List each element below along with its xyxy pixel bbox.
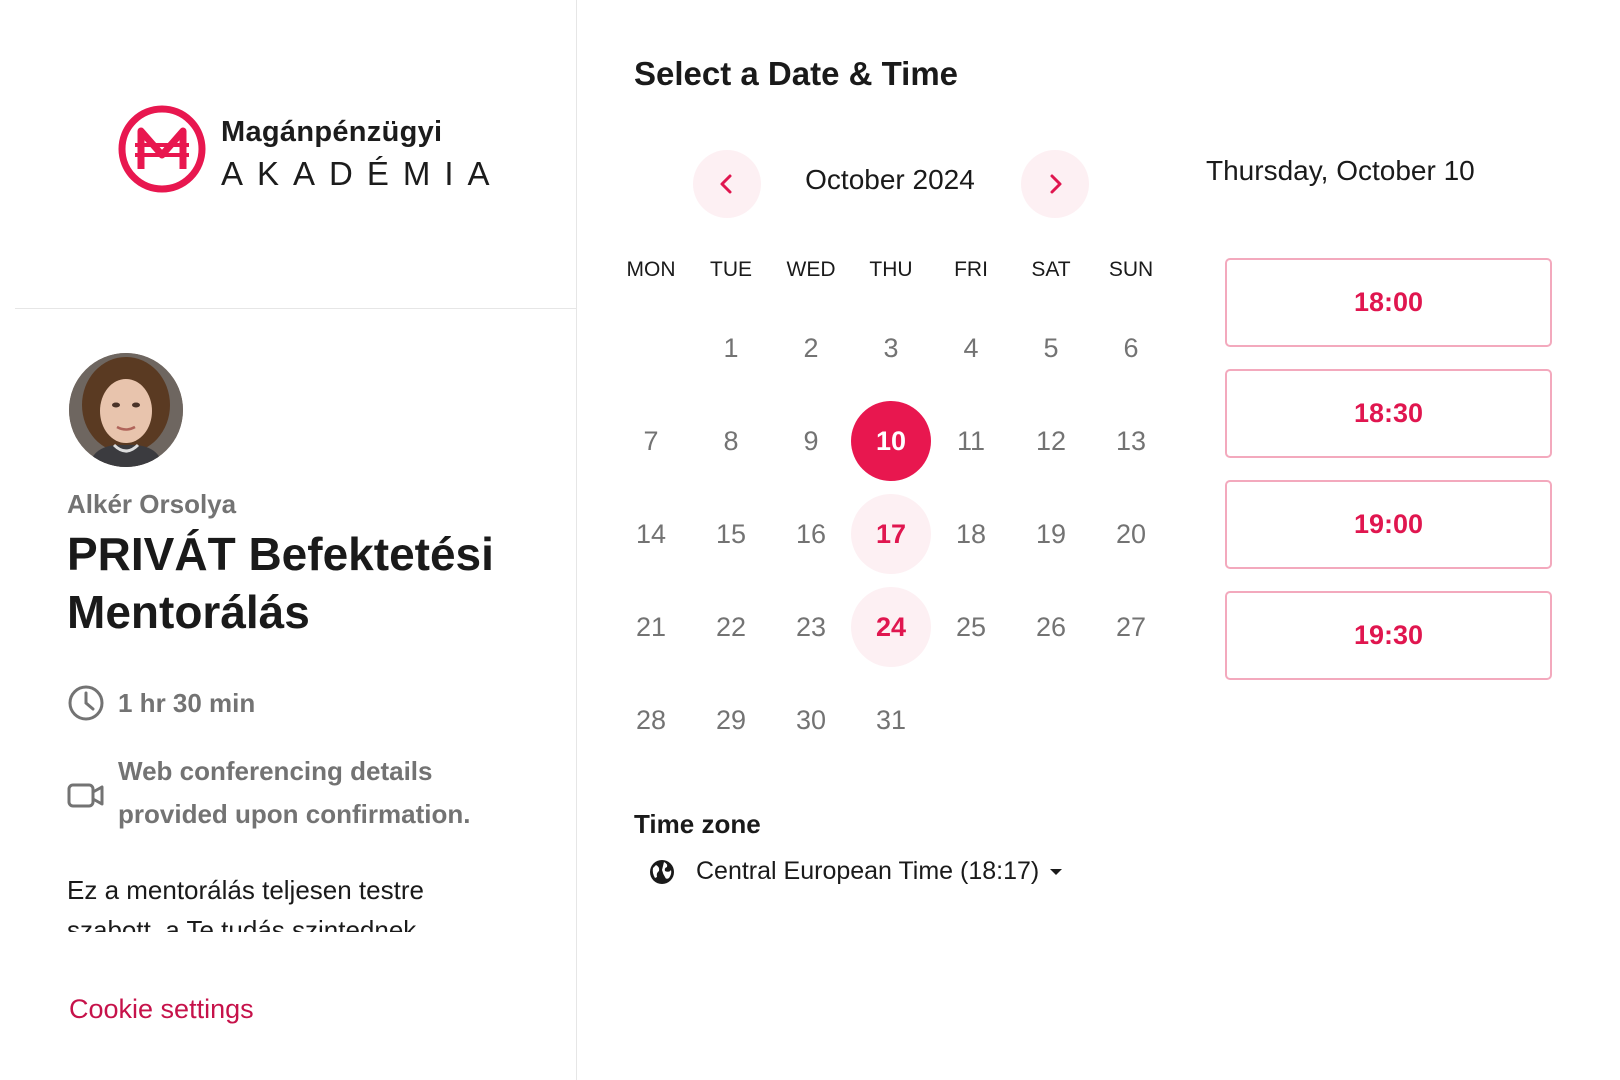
calendar-day-8: 8 [723, 425, 739, 456]
scheduling-page: Magánpénzügyi AKADÉMIA Alkér Orsolya PRI… [0, 0, 1620, 1080]
calendar-day-26: 26 [1035, 611, 1067, 642]
calendar-day-9: 9 [803, 425, 819, 456]
calendar-day-22: 22 [715, 611, 747, 642]
calendar-day-23: 23 [795, 611, 827, 642]
weekday-thu: THU [869, 258, 913, 281]
event-title: PRIVÁT Befektetési Mentorálás [67, 528, 494, 638]
page-title: Select a Date & Time [634, 55, 959, 92]
weekday-fri: FRI [954, 258, 988, 281]
calendar-day-15: 15 [715, 518, 747, 549]
cookie-settings-link[interactable]: Cookie settings [69, 994, 254, 1025]
duration-row: 1 hr 30 min [67, 684, 255, 722]
calendar-day-18: 18 [955, 518, 987, 549]
weekday-tue: TUE [710, 258, 752, 281]
weekday-mon: MON [626, 258, 676, 281]
calendar-day-10[interactable]: 10 [851, 401, 931, 481]
month-label: October 2024 [805, 164, 975, 195]
timezone-heading: Time zone [634, 809, 761, 839]
calendar-day-13: 13 [1115, 425, 1147, 456]
weekday-wed: WED [786, 258, 836, 281]
brand-name-top: Magánpénzügyi [221, 116, 443, 148]
calendar-day-2: 2 [803, 332, 819, 363]
chevron-left-icon [720, 174, 732, 194]
calendar-day-14: 14 [635, 518, 667, 549]
avatar-photo-icon [69, 353, 183, 467]
calendar-day-6: 6 [1123, 332, 1139, 363]
calendar-day-20: 20 [1115, 518, 1147, 549]
calendar-day-1: 1 [723, 332, 739, 363]
calendar-day-30: 30 [795, 704, 827, 735]
chevron-right-icon [1050, 174, 1062, 194]
calendar-day-7: 7 [643, 425, 659, 456]
selected-date-label: Thursday, October 10 [1206, 155, 1475, 186]
calendar-day-16: 16 [795, 518, 827, 549]
next-month-button[interactable] [1021, 150, 1089, 218]
video-camera-icon [67, 783, 104, 808]
calendar-day-28: 28 [635, 704, 667, 735]
divider [15, 308, 576, 309]
caret-down-icon [1050, 868, 1063, 875]
brand-logo-mark-icon [118, 105, 206, 193]
calendar-day-4: 4 [963, 332, 979, 363]
timezone-select[interactable]: Central European Time (18:17) [648, 857, 1063, 886]
time-slot-button[interactable]: 19:00 [1225, 480, 1552, 569]
calendar-day-24[interactable]: 24 [851, 587, 931, 667]
event-details-panel: Magánpénzügyi AKADÉMIA Alkér Orsolya PRI… [15, 0, 577, 1080]
globe-icon [650, 859, 674, 884]
calendar-day-29: 29 [715, 704, 747, 735]
calendar-day-5: 5 [1043, 332, 1059, 363]
timezone-value: Central European Time (18:17) [696, 857, 1040, 885]
host-name: Alkér Orsolya [67, 489, 237, 519]
calendar-day-17[interactable]: 17 [851, 494, 931, 574]
previous-month-button[interactable] [693, 150, 761, 218]
calendar-day-27: 27 [1115, 611, 1147, 642]
weekday-sun: SUN [1108, 258, 1154, 281]
calendar-day-31: 31 [875, 704, 907, 735]
clock-icon [68, 685, 104, 721]
calendar-day-25: 25 [955, 611, 987, 642]
time-slot-button[interactable]: 18:30 [1225, 369, 1552, 458]
event-description: Ez a mentorálás teljesen testre szabott,… [67, 875, 424, 932]
location-text: Web conferencing details provided upon c… [118, 756, 471, 829]
weekday-sat: SAT [1031, 258, 1071, 281]
time-slot-button[interactable]: 19:30 [1225, 591, 1552, 680]
calendar-day-21: 21 [635, 611, 667, 642]
calendar-day-12: 12 [1035, 425, 1067, 456]
calendar-day-11: 11 [956, 425, 986, 456]
location-row: Web conferencing details provided upon c… [67, 750, 498, 836]
host-avatar [69, 353, 183, 467]
time-slot-button[interactable]: 18:00 [1225, 258, 1552, 347]
brand-name-bottom: AKADÉMIA [221, 155, 504, 192]
brand-logo: Magánpénzügyi AKADÉMIA [118, 105, 490, 201]
calendar-day-3: 3 [883, 332, 899, 363]
duration-text: 1 hr 30 min [118, 688, 256, 718]
calendar-day-19: 19 [1035, 518, 1067, 549]
